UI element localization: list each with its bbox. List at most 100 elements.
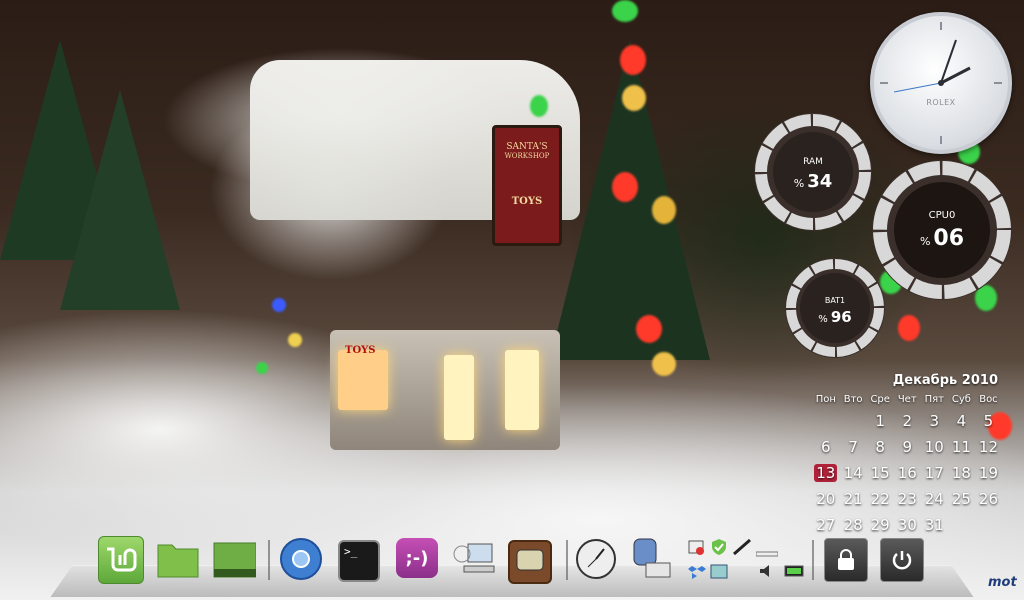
house-window bbox=[444, 355, 474, 440]
printer-icon bbox=[633, 538, 671, 578]
clock-app-icon bbox=[576, 539, 616, 579]
input-bar[interactable] bbox=[755, 546, 779, 560]
pen-icon[interactable] bbox=[732, 538, 752, 559]
bokeh-light bbox=[636, 315, 662, 343]
bokeh-light bbox=[530, 95, 548, 117]
bokeh-light bbox=[288, 333, 302, 347]
calendar-day[interactable]: 29 bbox=[867, 512, 894, 538]
volume-icon[interactable] bbox=[758, 563, 776, 582]
bokeh-light bbox=[898, 315, 920, 341]
percent-sign: % bbox=[919, 235, 931, 248]
calendar-day[interactable]: 17 bbox=[921, 460, 948, 486]
calendar-day[interactable]: 3 bbox=[921, 408, 948, 434]
calendar-day[interactable]: 5 bbox=[975, 408, 1002, 434]
calendar-day[interactable]: 22 bbox=[867, 486, 894, 512]
clock-face bbox=[880, 22, 1002, 144]
bokeh-light bbox=[652, 352, 676, 376]
calendar-week: 12345 bbox=[812, 408, 1002, 434]
calendar-day[interactable]: 21 bbox=[840, 486, 867, 512]
dock-separator bbox=[268, 540, 270, 580]
calendar-week: 6 7 8 9 10 11 12 bbox=[812, 434, 1002, 460]
weekday-label: Вос bbox=[979, 393, 998, 405]
sign-text: WORKSHOP bbox=[504, 152, 550, 160]
battery-tray-icon[interactable] bbox=[784, 564, 806, 581]
calendar-day[interactable]: 25 bbox=[948, 486, 975, 512]
folder-desktop-icon bbox=[213, 542, 256, 578]
calendar-day[interactable]: 2 bbox=[894, 408, 921, 434]
clock-app-button[interactable] bbox=[574, 536, 618, 582]
bokeh-light bbox=[622, 85, 646, 111]
calendar-month-title: Декабрь 2010 bbox=[892, 373, 998, 388]
folder-icon bbox=[157, 544, 199, 578]
second-hand bbox=[893, 82, 942, 93]
tv-player-button[interactable] bbox=[508, 540, 552, 584]
calendar-day[interactable]: 1 bbox=[867, 408, 894, 434]
bokeh-light bbox=[256, 362, 268, 374]
printer-button[interactable] bbox=[630, 536, 674, 582]
home-folder-button[interactable] bbox=[156, 536, 200, 582]
pidgin-button[interactable]: ;-) bbox=[396, 538, 438, 578]
calendar-day bbox=[812, 408, 840, 434]
pine-tree-back bbox=[60, 90, 180, 310]
calendar-day bbox=[975, 512, 1002, 538]
update-manager-icon[interactable] bbox=[688, 540, 706, 559]
watermark-logo: mot bbox=[988, 575, 1017, 590]
desktop-folder-button[interactable] bbox=[212, 536, 256, 582]
weekday-label: Пят bbox=[924, 393, 944, 405]
shutdown-button[interactable] bbox=[880, 538, 924, 582]
battery-value: 96 bbox=[830, 308, 852, 326]
weekday-label: Сре bbox=[870, 393, 890, 405]
battery-label: BAT1 bbox=[824, 296, 846, 305]
calendar-day[interactable]: 9 bbox=[894, 434, 921, 460]
calendar-day[interactable]: 28 bbox=[840, 512, 867, 538]
calendar-day[interactable]: 24 bbox=[921, 486, 948, 512]
shield-check-icon[interactable] bbox=[710, 538, 728, 559]
network-computer-icon bbox=[453, 543, 495, 573]
window-icon[interactable] bbox=[710, 564, 728, 583]
pidgin-chat-icon: ;-) bbox=[405, 547, 429, 569]
calendar-day[interactable]: 19 bbox=[975, 460, 1002, 486]
percent-sign: % bbox=[793, 177, 805, 190]
calendar-day[interactable]: 10 bbox=[921, 434, 948, 460]
clock-brand: ROLEX bbox=[926, 98, 956, 107]
cpu-monitor-widget: CPU0 % 06 bbox=[872, 160, 1012, 300]
bokeh-light bbox=[620, 45, 646, 75]
calendar-day[interactable]: 12 bbox=[975, 434, 1002, 460]
calendar-day[interactable]: 18 bbox=[948, 460, 975, 486]
calendar-day-today[interactable]: 13 bbox=[812, 460, 840, 486]
calendar-day[interactable]: 27 bbox=[812, 512, 840, 538]
calendar-day[interactable]: 8 bbox=[867, 434, 894, 460]
calendar-day[interactable]: 20 bbox=[812, 486, 840, 512]
bokeh-light bbox=[652, 196, 676, 224]
calendar-day[interactable]: 16 bbox=[894, 460, 921, 486]
chromium-button[interactable] bbox=[279, 536, 323, 582]
calendar-day[interactable]: 15 bbox=[867, 460, 894, 486]
chromium-browser-icon bbox=[280, 538, 322, 580]
calendar-week: 13 14 15 16 17 18 19 bbox=[812, 460, 1002, 486]
calendar-day[interactable]: 14 bbox=[840, 460, 867, 486]
calendar-day[interactable]: 23 bbox=[894, 486, 921, 512]
lock-screen-button[interactable] bbox=[824, 538, 868, 582]
calendar-day[interactable]: 6 bbox=[812, 434, 840, 460]
calendar-day[interactable]: 31 bbox=[921, 512, 948, 538]
bokeh-light bbox=[612, 0, 638, 22]
terminal-button[interactable]: >_ bbox=[338, 540, 380, 582]
calendar-week: 27 28 29 30 31 bbox=[812, 512, 1002, 538]
network-button[interactable] bbox=[452, 536, 496, 582]
dropbox-icon[interactable] bbox=[688, 564, 706, 583]
calendar-day[interactable]: 7 bbox=[840, 434, 867, 460]
mint-menu-button[interactable] bbox=[98, 536, 144, 584]
calendar-day[interactable]: 11 bbox=[948, 434, 975, 460]
shop-window bbox=[338, 350, 388, 410]
calendar-day[interactable]: 4 bbox=[948, 408, 975, 434]
mint-menu-icon bbox=[107, 547, 137, 572]
calendar-day[interactable]: 26 bbox=[975, 486, 1002, 512]
calendar-day[interactable]: 30 bbox=[894, 512, 921, 538]
bokeh-light bbox=[612, 172, 638, 202]
calendar-days: 1 2 3 4 5 6 7 8 9 10 11 12 13 14 15 16 17 18 19 20 21 22 23 24 2… bbox=[812, 408, 1002, 538]
weekday-label: Вто bbox=[843, 393, 863, 405]
ram-value: 34 bbox=[807, 171, 833, 192]
percent-sign: % bbox=[818, 314, 828, 325]
dock-separator bbox=[812, 540, 814, 580]
terminal-icon: >_ bbox=[344, 545, 358, 558]
